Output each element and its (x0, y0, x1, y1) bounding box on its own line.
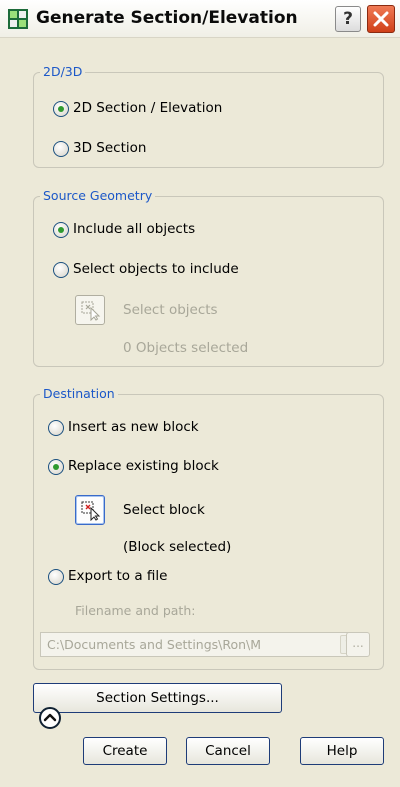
title-bar[interactable]: Generate Section/Elevation ? (0, 0, 400, 38)
help-glyph: ? (343, 9, 353, 29)
select-block-label: Select block (123, 502, 205, 518)
block-status: (Block selected) (123, 539, 232, 555)
radio-insert-new-block[interactable] (48, 420, 64, 436)
expand-icon[interactable] (39, 707, 61, 729)
radio-replace-existing-block[interactable] (48, 459, 64, 475)
group-destination: Destination (33, 386, 384, 670)
help-label: Help (326, 743, 358, 759)
objects-status: 0 Objects selected (123, 340, 249, 356)
browse-button[interactable]: ... (346, 632, 370, 657)
help-button[interactable]: Help (300, 737, 384, 765)
group-destination-title: Destination (40, 386, 118, 401)
select-objects-icon (81, 301, 101, 321)
chevron-up-icon (43, 713, 57, 722)
group-source-title: Source Geometry (40, 188, 156, 203)
select-objects-label: Select objects (123, 302, 218, 318)
section-settings-label: Section Settings... (96, 690, 219, 706)
close-glyph (373, 11, 389, 27)
radio-3d-section-label[interactable]: 3D Section (73, 140, 146, 156)
radio-select-objects-label[interactable]: Select objects to include (73, 261, 239, 277)
radio-export-to-file-label[interactable]: Export to a file (68, 568, 167, 584)
radio-3d-section[interactable] (53, 141, 69, 157)
cancel-button[interactable]: Cancel (186, 737, 270, 765)
radio-2d-section-label[interactable]: 2D Section / Elevation (73, 100, 222, 116)
select-block-button[interactable] (75, 495, 105, 525)
app-icon (8, 9, 28, 29)
cancel-label: Cancel (205, 743, 251, 759)
filename-label: Filename and path: (75, 603, 196, 618)
group-2d3d-title: 2D/3D (40, 64, 86, 79)
filename-combo[interactable]: C:\Documents and Settings\Ron\M ▼ (40, 632, 362, 657)
create-label: Create (102, 743, 148, 759)
create-button[interactable]: Create (83, 737, 167, 765)
generate-section-dialog: Generate Section/Elevation ? 2D/3D 2D Se… (0, 0, 400, 787)
section-settings-button[interactable]: Section Settings... (33, 683, 282, 713)
dialog-title: Generate Section/Elevation (36, 8, 298, 28)
select-objects-button[interactable] (75, 295, 105, 325)
radio-export-to-file[interactable] (48, 569, 64, 585)
close-icon[interactable] (367, 5, 395, 33)
radio-include-all[interactable] (53, 222, 69, 238)
radio-include-all-label[interactable]: Include all objects (73, 221, 195, 237)
radio-replace-existing-block-label[interactable]: Replace existing block (68, 458, 219, 474)
help-icon[interactable]: ? (335, 6, 361, 32)
radio-2d-section[interactable] (53, 101, 69, 117)
browse-label: ... (352, 636, 364, 650)
radio-insert-new-block-label[interactable]: Insert as new block (68, 419, 199, 435)
filename-value: C:\Documents and Settings\Ron\M (47, 637, 262, 652)
select-block-icon (81, 501, 101, 521)
radio-select-objects[interactable] (53, 262, 69, 278)
